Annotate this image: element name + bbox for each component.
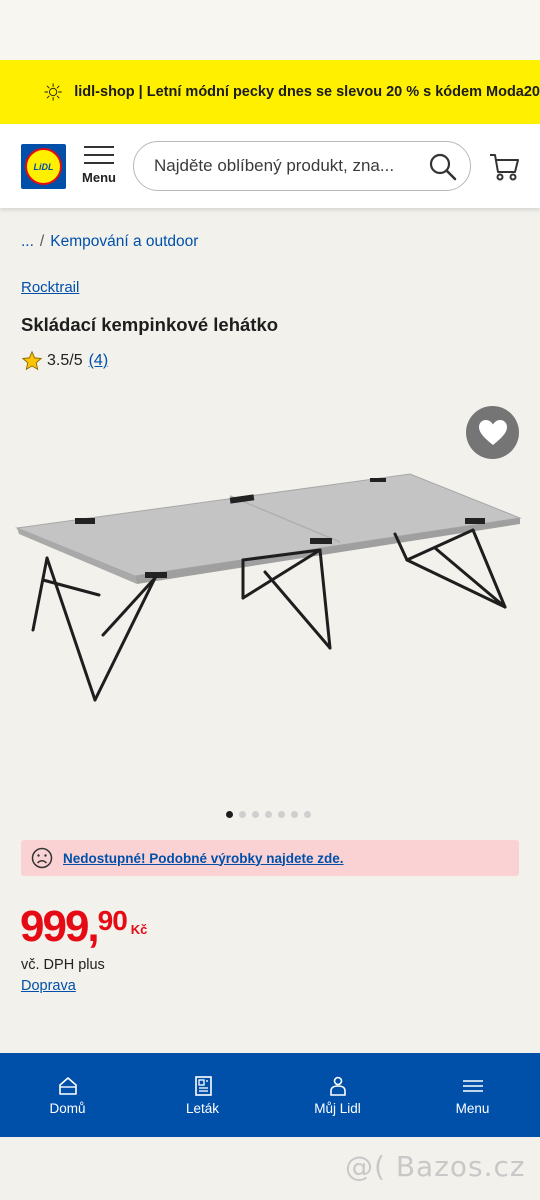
cart-icon[interactable] [488, 152, 520, 182]
image-carousel-dots[interactable] [226, 811, 317, 818]
favorite-button[interactable] [466, 406, 519, 459]
nav-leaflet[interactable]: Leták [135, 1053, 270, 1137]
nav-menu-label: Menu [455, 1100, 490, 1116]
price-currency: Kč [130, 922, 148, 937]
user-icon [329, 1076, 346, 1096]
home-icon [58, 1076, 77, 1095]
heart-icon [478, 419, 507, 445]
menu-button[interactable]: Menu [80, 146, 118, 194]
carousel-dot[interactable] [239, 811, 246, 818]
product-image[interactable] [15, 460, 525, 710]
nav-leaflet-label: Leták [185, 1100, 220, 1116]
rating-count-link[interactable]: (4) [89, 352, 109, 370]
lidl-logo[interactable]: LiDL [21, 144, 66, 189]
rating-value: 3.5/5 [47, 352, 83, 369]
carousel-dot[interactable] [304, 811, 311, 818]
sad-face-icon [31, 847, 53, 869]
breadcrumb-separator: / [39, 233, 45, 250]
promo-banner[interactable]: lidl-shop | Letní módní pecky dnes se sl… [0, 60, 540, 124]
nav-home[interactable]: Domů [0, 1053, 135, 1137]
search-input[interactable]: Najděte oblíbený produkt, zna... [133, 141, 471, 191]
unavailable-alert[interactable]: Nedostupné! Podobné výrobky najdete zde. [21, 840, 519, 876]
watermark: @( Bazos.cz [345, 1150, 526, 1183]
star-icon [21, 350, 43, 371]
shipping-link[interactable]: Doprava [21, 978, 76, 994]
carousel-dot[interactable] [265, 811, 272, 818]
leaflet-icon [194, 1075, 212, 1096]
alert-link[interactable]: Nedostupné! Podobné výrobky najdete zde. [63, 851, 344, 866]
breadcrumb-ellipsis[interactable]: ... [21, 233, 34, 250]
bottom-navigation: Domů Leták Můj Lidl Menu [0, 1053, 540, 1137]
sun-icon [44, 83, 62, 101]
menu-label: Menu [82, 170, 116, 185]
carousel-dot[interactable] [226, 811, 233, 818]
nav-my-lidl-label: Můj Lidl [314, 1100, 361, 1116]
site-header: LiDL Menu Najděte oblíbený produkt, zna.… [0, 124, 540, 208]
nav-menu[interactable]: Menu [405, 1053, 540, 1137]
status-spacer [0, 0, 540, 60]
nav-home-label: Domů [49, 1100, 86, 1116]
nav-my-lidl[interactable]: Můj Lidl [270, 1053, 405, 1137]
carousel-dot[interactable] [291, 811, 298, 818]
price-decimal: 90 [97, 905, 128, 936]
carousel-dot[interactable] [278, 811, 285, 818]
logo-text: LiDL [25, 148, 62, 185]
hamburger-icon [84, 146, 114, 164]
brand-link[interactable]: Rocktrail [21, 279, 79, 296]
product-price: 999, 90 Kč [20, 902, 147, 952]
hamburger-icon [462, 1079, 483, 1092]
product-title: Skládací kempinkové lehátko [21, 314, 279, 335]
search-placeholder: Najděte oblíbený produkt, zna... [154, 156, 395, 175]
breadcrumb-category[interactable]: Kempování a outdoor [50, 233, 198, 250]
carousel-dot[interactable] [252, 811, 259, 818]
breadcrumb: ... / Kempování a outdoor [21, 233, 198, 251]
price-integer: 999, [20, 902, 100, 951]
vat-note: vč. DPH plus [21, 957, 105, 973]
product-rating: 3.5/5 (4) [21, 350, 108, 372]
search-icon[interactable] [428, 152, 458, 182]
promo-text: lidl-shop | Letní módní pecky dnes se sl… [74, 84, 540, 100]
